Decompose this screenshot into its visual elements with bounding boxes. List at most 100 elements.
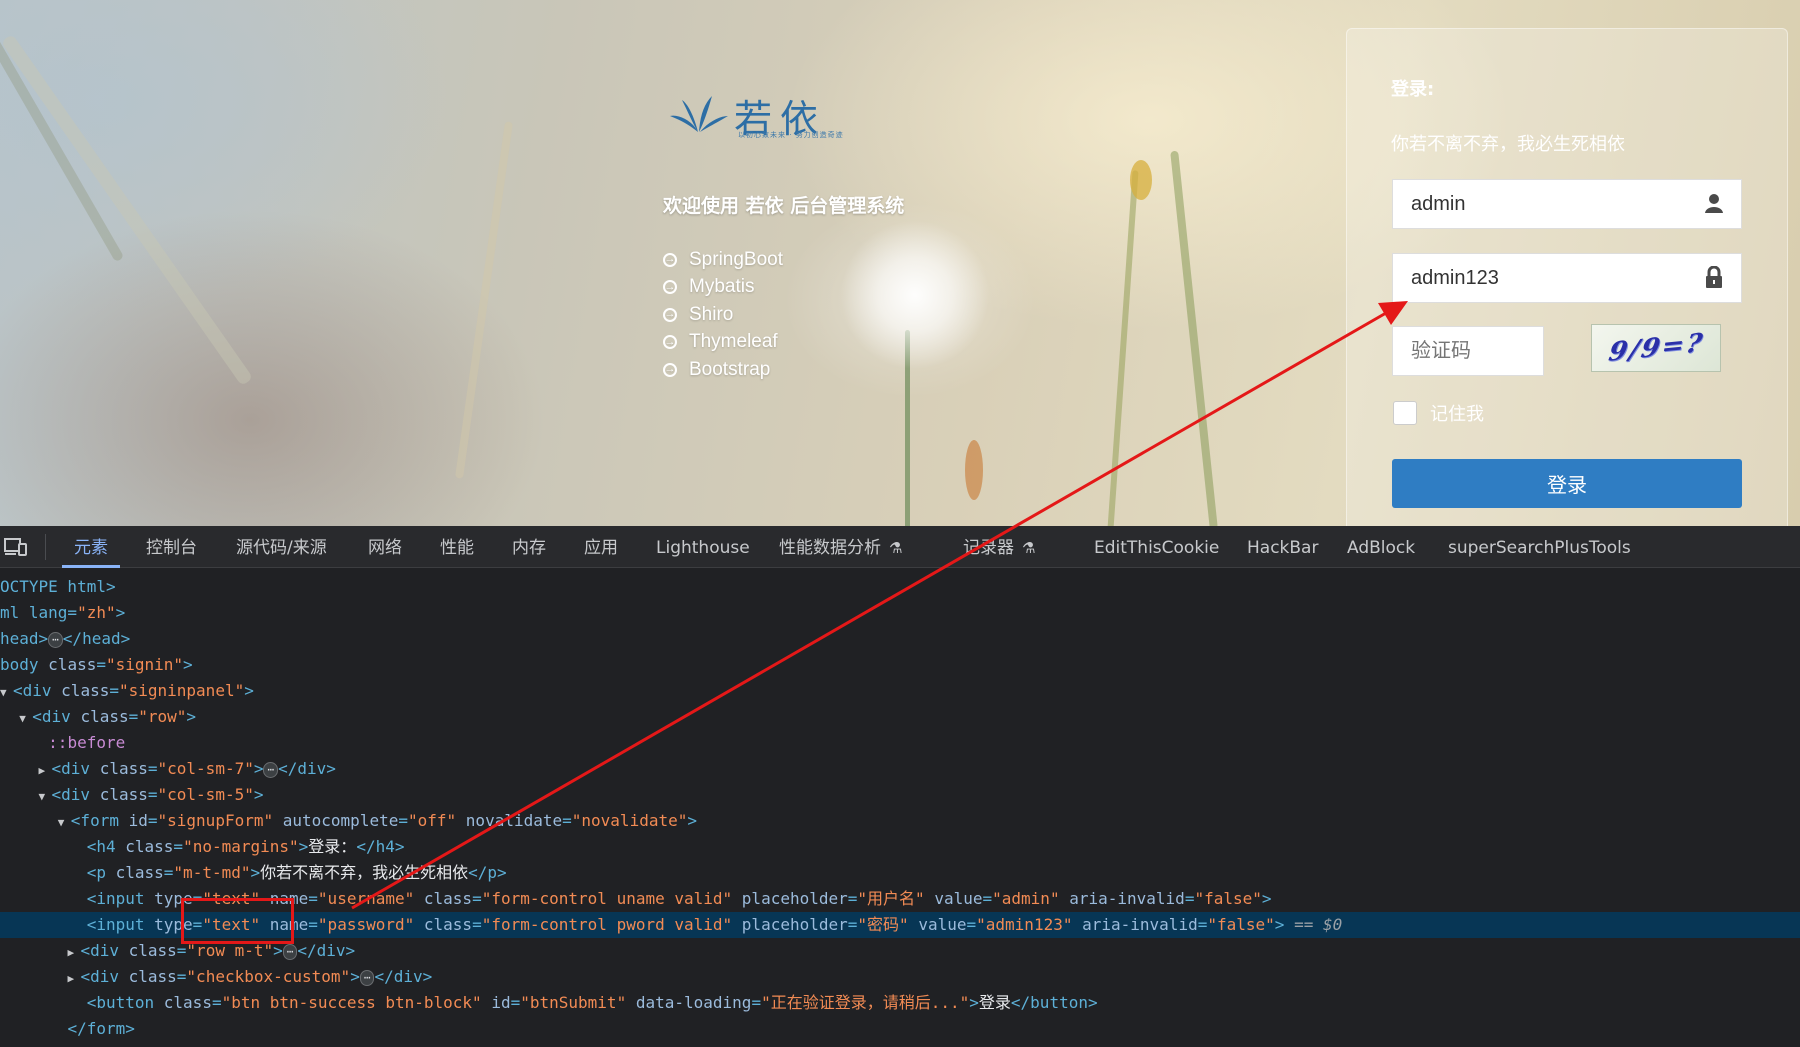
- dom-node-h4[interactable]: <h4 class="no-margins">登录：</h4>: [0, 834, 1800, 860]
- tab-performance[interactable]: 性能: [440, 526, 474, 568]
- dom-node-head[interactable]: head> ⋯ </head>: [0, 626, 1800, 652]
- circle-arrow-right-icon: →: [663, 307, 677, 322]
- attr-value: "false": [1194, 889, 1262, 908]
- tag-text: ml lang=: [0, 603, 78, 622]
- attr-value: "novalidate": [571, 811, 688, 830]
- background-stem: [0, 33, 254, 387]
- tab-console[interactable]: 控制台: [146, 526, 197, 568]
- dom-node-col-sm-5[interactable]: ▼ <div class="col-sm-5">: [0, 782, 1800, 808]
- dom-node-html[interactable]: ml lang="zh">: [0, 600, 1800, 626]
- tab-adblock[interactable]: AdBlock: [1347, 526, 1415, 568]
- leaf-logo-icon: [670, 96, 728, 132]
- node-text: 你若不离不弃，我必生死相依: [260, 863, 469, 882]
- ellipsis-icon[interactable]: ⋯: [282, 943, 298, 960]
- expand-triangle-icon[interactable]: ▶: [67, 940, 80, 966]
- username-input[interactable]: [1392, 179, 1742, 229]
- ellipsis-icon[interactable]: ⋯: [263, 761, 279, 778]
- tech-label: Bootstrap: [689, 358, 771, 380]
- attr-value: "form-control pword valid": [481, 915, 733, 934]
- devtools-tab-bar: 元素 控制台 源代码/来源 网络 性能 内存 应用 Lighthouse 性能数…: [0, 526, 1800, 568]
- captcha-image[interactable]: 9/9=?: [1591, 324, 1721, 372]
- collapse-triangle-icon[interactable]: ▼: [19, 706, 32, 732]
- dom-node-p[interactable]: <p class="m-t-md">你若不离不弃，我必生死相依</p>: [0, 860, 1800, 886]
- attr-value: "checkbox-custom": [186, 967, 351, 986]
- attr-value: "col-sm-7": [157, 759, 254, 778]
- expand-triangle-icon[interactable]: ▶: [67, 966, 80, 992]
- tab-performance-insights[interactable]: 性能数据分析 ⚗: [779, 526, 902, 568]
- annotation-highlight-box: [181, 898, 294, 944]
- login-panel: 登录: 你若不离不弃，我必生死相依 9/9=? 记住我 登录: [1346, 28, 1788, 526]
- user-icon: [1703, 192, 1725, 214]
- tab-lighthouse[interactable]: Lighthouse: [656, 526, 750, 568]
- tab-memory[interactable]: 内存: [512, 526, 546, 568]
- dom-node-button[interactable]: <button class="btn btn-success btn-block…: [0, 990, 1800, 1016]
- dandelion: [840, 220, 990, 370]
- attr-value: "false": [1207, 915, 1275, 934]
- expand-triangle-icon[interactable]: ▶: [39, 758, 52, 784]
- tech-label: Mybatis: [689, 276, 755, 298]
- captcha-input[interactable]: [1392, 326, 1544, 376]
- attr-value: "zh": [77, 603, 116, 622]
- remember-me-checkbox[interactable]: [1393, 401, 1417, 425]
- dom-node-form-close[interactable]: </form>: [0, 1016, 1800, 1042]
- collapse-triangle-icon[interactable]: ▼: [39, 784, 52, 810]
- password-input[interactable]: [1392, 253, 1742, 303]
- attr-value: "admin123": [976, 915, 1073, 934]
- tab-recorder[interactable]: 记录器 ⚗: [963, 526, 1035, 568]
- attr-value: "row": [138, 707, 187, 726]
- ellipsis-icon[interactable]: ⋯: [359, 969, 375, 986]
- ellipsis-icon[interactable]: ⋯: [48, 631, 63, 648]
- devtools-panel: 元素 控制台 源代码/来源 网络 性能 内存 应用 Lighthouse 性能数…: [0, 526, 1800, 1047]
- dom-node-before[interactable]: ::before: [0, 730, 1800, 756]
- tag-text: </head>: [62, 629, 131, 648]
- tab-label: 性能数据分析: [779, 538, 881, 558]
- dom-node-col-sm-7[interactable]: ▶ <div class="col-sm-7"> ⋯ </div>: [0, 756, 1800, 782]
- dom-node-signinpanel[interactable]: ▼ <div class="signinpanel">: [0, 678, 1800, 704]
- tab-sources[interactable]: 源代码/来源: [236, 526, 327, 568]
- attr-value: "password": [317, 915, 415, 934]
- tech-label: SpringBoot: [689, 248, 784, 270]
- tag-text: body: [0, 655, 39, 674]
- tab-label: 记录器: [963, 538, 1014, 558]
- list-item: → SpringBoot: [663, 246, 783, 274]
- tab-application[interactable]: 应用: [584, 526, 618, 568]
- node-text: 登录：: [308, 837, 357, 856]
- attr-value: "btnSubmit": [520, 993, 627, 1012]
- circle-arrow-right-icon: →: [663, 280, 677, 295]
- flask-icon: ⚗: [1022, 539, 1036, 557]
- ruoyi-logo: 若依 以初心致未来 · 努力创造奇迹: [668, 86, 848, 144]
- collapse-triangle-icon[interactable]: ▼: [58, 810, 71, 836]
- remember-me-label: 记住我: [1430, 404, 1484, 425]
- login-button[interactable]: 登录: [1392, 459, 1742, 508]
- pseudo-element: ::before: [48, 733, 126, 752]
- device-toolbar-icon[interactable]: [4, 538, 32, 558]
- login-page: 若依 以初心致未来 · 努力创造奇迹 欢迎使用 若依 后台管理系统 → Sprin…: [0, 0, 1800, 526]
- dom-node-form[interactable]: ▼ <form id="signupForm" autocomplete="off…: [0, 808, 1800, 834]
- background-bud: [965, 440, 983, 500]
- node-text: 登录: [978, 993, 1011, 1012]
- dom-node-doctype[interactable]: OCTYPE html>: [0, 574, 1800, 600]
- tab-network[interactable]: 网络: [368, 526, 402, 568]
- tab-elements[interactable]: 元素: [62, 526, 120, 568]
- tab-editthiscookie[interactable]: EditThisCookie: [1094, 526, 1219, 568]
- tab-hackbar[interactable]: HackBar: [1247, 526, 1318, 568]
- dom-node-checkbox[interactable]: ▶ <div class="checkbox-custom"> ⋯ </div>: [0, 964, 1800, 990]
- attr-value: "no-margins": [183, 837, 299, 856]
- attr-value: "signupForm": [157, 811, 274, 830]
- toolbar-divider: [45, 534, 46, 560]
- login-title: 登录:: [1391, 79, 1435, 100]
- attr-value: "m-t-md": [173, 863, 251, 882]
- collapse-triangle-icon[interactable]: ▼: [0, 680, 13, 706]
- tech-label: Thymeleaf: [689, 331, 778, 353]
- tab-supersearchplustools[interactable]: superSearchPlusTools: [1448, 526, 1631, 568]
- list-item: → Bootstrap: [663, 356, 783, 384]
- attr-value: "正在验证登录，请稍后...": [761, 993, 970, 1012]
- remember-me[interactable]: 记住我: [1393, 400, 1484, 426]
- captcha-text: 9/9=?: [1606, 328, 1706, 368]
- tech-list: → SpringBoot → Mybatis → Shiro → Thymeleaf →…: [663, 246, 783, 384]
- dom-node-row[interactable]: ▼ <div class="row">: [0, 704, 1800, 730]
- tech-label: Shiro: [689, 303, 734, 325]
- circle-arrow-right-icon: →: [663, 362, 677, 377]
- dom-node-body[interactable]: body class="signin">: [0, 652, 1800, 678]
- background-stem: [454, 121, 514, 479]
